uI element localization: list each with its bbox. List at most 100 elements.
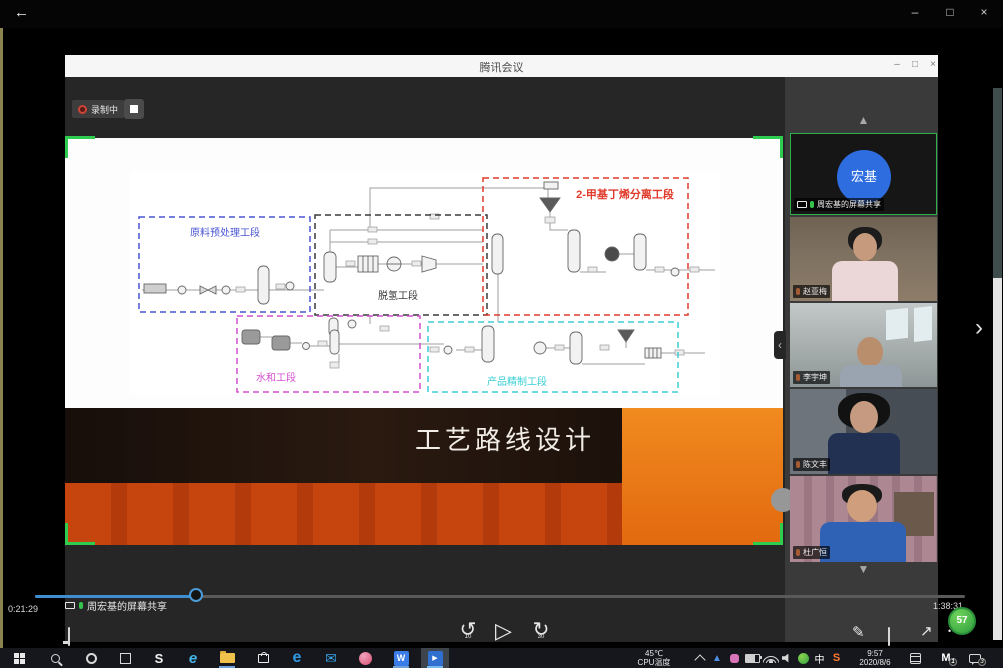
slide-title: 工艺路线设计	[395, 420, 615, 457]
slide-orange-strip	[65, 483, 622, 545]
participants-scroll-up-icon[interactable]: ▲	[790, 113, 937, 127]
s-app-icon: S	[155, 651, 164, 666]
wps-icon: W	[394, 651, 409, 666]
mic-icon	[79, 602, 83, 609]
section-label-dehydrogenation: 脱氢工段	[378, 289, 418, 302]
play-button[interactable]: ▷	[495, 618, 512, 644]
share-bracket-tl	[65, 136, 68, 158]
back-icon[interactable]: ←	[14, 4, 29, 21]
store-button[interactable]	[252, 648, 274, 668]
clock[interactable]: 9:572020/8/6	[846, 648, 904, 668]
ime-tray-button[interactable]: M 1	[936, 648, 956, 668]
participant-tile[interactable]: 李宇坤	[790, 303, 937, 387]
participants-scroll-down-icon[interactable]: ▼	[790, 562, 937, 576]
edit-button[interactable]: ✎	[852, 623, 865, 641]
edge-button[interactable]: e	[286, 648, 308, 668]
ime-badge: 1	[949, 658, 957, 666]
notification-badge: 3	[978, 658, 986, 666]
participant-caption: 赵亚梅	[803, 286, 827, 297]
network-status[interactable]	[762, 648, 780, 668]
triangle-icon: ▲	[712, 653, 722, 664]
start-button[interactable]	[8, 648, 30, 668]
file-explorer-button[interactable]	[216, 648, 238, 668]
share-bracket-bl	[65, 523, 68, 545]
media-app-icon	[359, 652, 372, 665]
seek-handle[interactable]	[189, 588, 203, 602]
touch-keyboard-button[interactable]	[906, 648, 924, 668]
next-page-icon[interactable]: ›	[975, 314, 983, 342]
input-method-indicator[interactable]: 中	[812, 648, 827, 668]
share-bracket-br	[780, 523, 783, 545]
pink-app-icon	[730, 654, 739, 663]
floating-ball[interactable]: 57	[948, 607, 976, 635]
participant-tile-screenshare[interactable]: 宏基 周宏基的屏幕共享	[790, 133, 937, 215]
tray-app-pink[interactable]	[727, 648, 741, 668]
desktop: ← – □ × 腾讯会议 – □ × 录制中 工艺路线设计	[0, 0, 1003, 668]
wps-button[interactable]: W	[390, 648, 412, 668]
screen-share-icon	[65, 602, 75, 609]
mic-icon	[796, 374, 800, 381]
media-app-button[interactable]	[354, 648, 376, 668]
mic-icon	[810, 201, 814, 208]
app-minimize-button[interactable]: –	[905, 5, 925, 19]
scrollbar-thumb[interactable]	[993, 88, 1002, 278]
mini-player-button[interactable]	[68, 628, 70, 646]
search-button[interactable]	[44, 648, 66, 668]
tray-date: 2020/8/6	[859, 658, 890, 667]
wallpaper-sliver	[0, 28, 3, 648]
share-bracket-bl	[65, 542, 95, 545]
chevron-up-icon	[694, 654, 705, 665]
cortana-button[interactable]	[80, 648, 102, 668]
tray-expand-button[interactable]	[692, 648, 708, 668]
fullscreen-button[interactable]: ↗	[920, 622, 933, 640]
share-bracket-br	[753, 542, 783, 545]
sidebar-collapse-tab[interactable]: ‹	[774, 331, 786, 359]
mic-icon	[796, 288, 800, 295]
meeting-minimize-button[interactable]: –	[889, 59, 905, 70]
movies-tv-icon: ▶	[428, 651, 443, 666]
chapter-caption: 周宏基的屏幕共享	[65, 598, 167, 613]
avatar: 宏基	[837, 150, 891, 204]
notifications-button[interactable]: 3	[964, 648, 986, 668]
s-app-button[interactable]: S	[148, 648, 170, 668]
participant-tile[interactable]: 陈文丰	[790, 389, 937, 474]
app-titlebar: ← – □ ×	[0, 0, 1003, 28]
meeting-close-button[interactable]: ×	[925, 59, 941, 70]
process-flow-diagram: 原料预处理工段 脱氢工段 2-甲基丁烯分离工段 水和工段 产品精制工段	[130, 172, 720, 395]
edge-icon: e	[293, 649, 302, 667]
battery-icon	[745, 654, 760, 663]
tray-app-green[interactable]	[796, 648, 811, 668]
participant-tile[interactable]: 赵亚梅	[790, 217, 937, 301]
mini-player-icon	[68, 627, 70, 646]
rewind-10-button[interactable]: ↺10	[457, 620, 479, 641]
elapsed-time: 0:21:29	[8, 604, 38, 614]
sogou-tray-icon[interactable]: S	[829, 648, 844, 668]
task-view-button[interactable]	[114, 648, 136, 668]
forward-icon: ↻30	[533, 620, 550, 640]
aspect-ratio-button[interactable]	[888, 628, 890, 646]
screen-share-icon	[797, 201, 807, 208]
green-ball-icon	[798, 653, 809, 664]
meeting-restore-button[interactable]: □	[907, 59, 923, 70]
section-label-separation: 2-甲基丁烯分离工段	[576, 187, 674, 201]
movies-tv-button[interactable]: ▶	[424, 648, 446, 668]
participant-caption: 李宇坤	[803, 372, 827, 383]
app-maximize-button[interactable]: □	[940, 5, 960, 19]
internet-explorer-button[interactable]: e	[182, 648, 204, 668]
task-view-icon	[120, 653, 131, 664]
store-bag-icon	[258, 654, 269, 663]
participant-tile[interactable]: 杜广恒	[790, 476, 937, 562]
cpu-temp-widget[interactable]: 45℃CPU温度	[628, 648, 680, 668]
folder-icon	[220, 653, 235, 663]
mic-icon	[796, 549, 800, 556]
sogou-s-icon: S	[833, 652, 840, 664]
stop-recording-button[interactable]	[124, 99, 144, 119]
forward-30-button[interactable]: ↻30	[530, 620, 552, 641]
participant-caption: 杜广恒	[803, 547, 827, 558]
mail-button[interactable]: ✉	[320, 648, 342, 668]
ie-icon: e	[189, 650, 197, 667]
tray-app-triangle[interactable]: ▲	[710, 648, 724, 668]
app-close-button[interactable]: ×	[974, 5, 994, 19]
volume-status[interactable]	[780, 648, 795, 668]
battery-status[interactable]	[744, 648, 760, 668]
